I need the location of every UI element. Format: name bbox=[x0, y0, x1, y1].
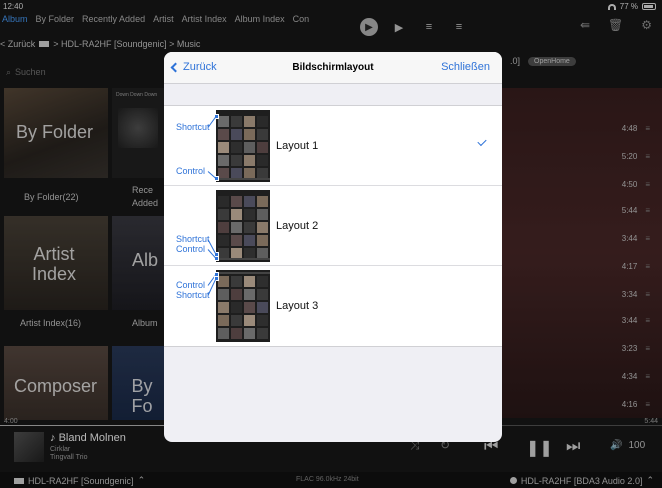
thumbnail-cell bbox=[218, 129, 229, 140]
thumbnail-cell bbox=[244, 129, 255, 140]
thumbnail-cell bbox=[231, 116, 242, 127]
thumbnail-cell bbox=[257, 209, 268, 220]
layout-option-2[interactable]: Shortcut Control Layout 2 bbox=[164, 186, 502, 266]
thumbnail-cell bbox=[257, 196, 268, 207]
layout-label: Layout 3 bbox=[276, 300, 319, 312]
thumbnail-cell bbox=[231, 196, 242, 207]
thumbnail-cell bbox=[244, 222, 255, 233]
thumbnail-cell bbox=[257, 302, 268, 313]
thumbnail-cell bbox=[257, 276, 268, 287]
thumbnail-cell bbox=[218, 289, 229, 300]
thumbnail-cell bbox=[231, 276, 242, 287]
thumbnail-cell bbox=[218, 302, 229, 313]
thumbnail-cell bbox=[244, 142, 255, 153]
thumbnail-cell bbox=[257, 155, 268, 166]
annotation-control: Control bbox=[176, 280, 206, 290]
thumbnail-cell bbox=[218, 276, 229, 287]
close-button[interactable]: Schließen bbox=[441, 61, 490, 73]
layout-thumbnail bbox=[216, 190, 270, 262]
thumbnail-cell bbox=[231, 222, 242, 233]
thumbnail-cell bbox=[257, 328, 268, 339]
layout-thumbnail bbox=[216, 110, 270, 182]
screen-layout-dialog: Zurück Bildschirmlayout Schließen Shortc… bbox=[164, 52, 502, 442]
thumbnail-cell bbox=[218, 155, 229, 166]
thumbnail-cell bbox=[218, 222, 229, 233]
thumbnail-cell bbox=[244, 276, 255, 287]
thumbnail-cell bbox=[257, 315, 268, 326]
annotation-shortcut: Shortcut bbox=[176, 122, 210, 132]
thumbnail-cell bbox=[257, 116, 268, 127]
layout-options: Shortcut Control Layout 1 Shortcut Contr… bbox=[164, 105, 502, 347]
thumbnail-cell bbox=[231, 328, 242, 339]
checkmark-icon bbox=[477, 136, 487, 147]
layout-label: Layout 2 bbox=[276, 220, 319, 232]
thumbnail-cell bbox=[244, 209, 255, 220]
thumbnail-cell bbox=[244, 289, 255, 300]
thumbnail-cell bbox=[231, 142, 242, 153]
thumbnail-cell bbox=[244, 116, 255, 127]
thumbnail-cell bbox=[218, 328, 229, 339]
thumbnail-cell bbox=[257, 142, 268, 153]
dialog-header: Zurück Bildschirmlayout Schließen bbox=[164, 52, 502, 84]
thumbnail-cell bbox=[231, 209, 242, 220]
thumbnail-cell bbox=[231, 289, 242, 300]
thumbnail-cell bbox=[218, 235, 229, 246]
thumbnail-cell bbox=[218, 315, 229, 326]
layout-option-1[interactable]: Shortcut Control Layout 1 bbox=[164, 106, 502, 186]
thumbnail-cell bbox=[244, 196, 255, 207]
thumbnail-cell bbox=[231, 315, 242, 326]
thumbnail-cell bbox=[218, 116, 229, 127]
thumbnail-cell bbox=[244, 302, 255, 313]
thumbnail-strip bbox=[216, 272, 270, 274]
thumbnail-cell bbox=[218, 196, 229, 207]
thumbnail-cell bbox=[257, 222, 268, 233]
thumbnail-cell bbox=[244, 328, 255, 339]
thumbnail-cell bbox=[244, 235, 255, 246]
thumbnail-cell bbox=[257, 289, 268, 300]
annotation-shortcut: Shortcut bbox=[176, 234, 210, 244]
thumbnail-cell bbox=[231, 129, 242, 140]
thumbnail-strip bbox=[216, 178, 270, 180]
annotation-control: Control bbox=[176, 244, 206, 254]
annotation-control: Control bbox=[176, 166, 206, 176]
layout-option-3[interactable]: Control Shortcut Layout 3 bbox=[164, 266, 502, 346]
layout-thumbnail bbox=[216, 270, 270, 342]
app-window: 12:40 77 % Album By Folder Recently Adde… bbox=[0, 0, 662, 488]
thumbnail-cell bbox=[218, 142, 229, 153]
thumbnail-strip bbox=[216, 258, 270, 260]
thumbnail-cell bbox=[257, 129, 268, 140]
layout-label: Layout 1 bbox=[276, 140, 319, 152]
thumbnail-cell bbox=[231, 302, 242, 313]
thumbnail-cell bbox=[218, 209, 229, 220]
thumbnail-cell bbox=[244, 315, 255, 326]
thumbnail-cell bbox=[231, 235, 242, 246]
thumbnail-cell bbox=[231, 155, 242, 166]
annotation-shortcut: Shortcut bbox=[176, 290, 210, 300]
thumbnail-cell bbox=[257, 235, 268, 246]
thumbnail-cell bbox=[244, 155, 255, 166]
